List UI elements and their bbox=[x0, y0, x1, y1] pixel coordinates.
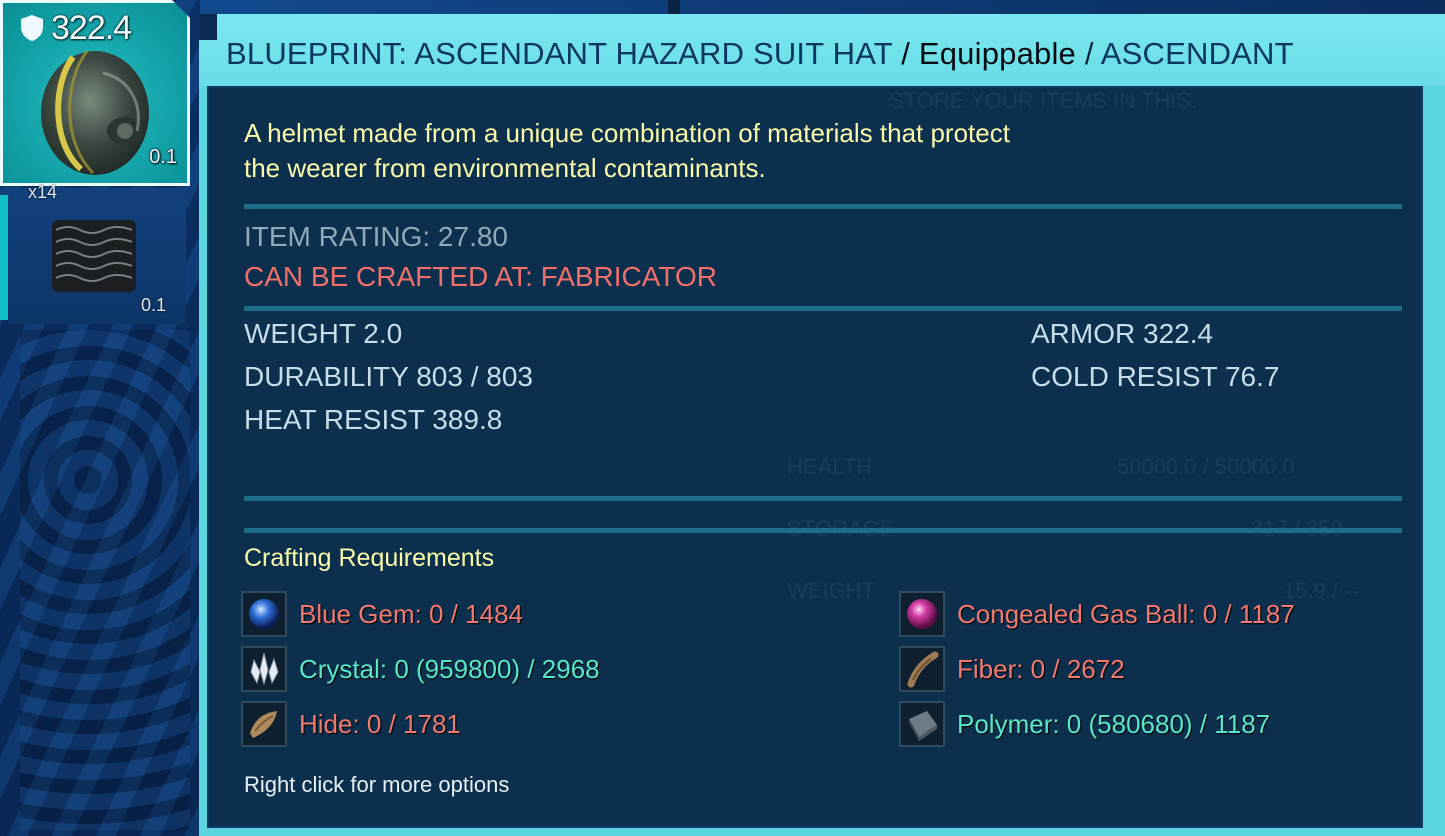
slot-edge bbox=[0, 195, 8, 320]
stat-weight: WEIGHT 2.0 bbox=[244, 318, 403, 349]
title-separator: / bbox=[1084, 36, 1094, 71]
hide-icon bbox=[241, 701, 287, 747]
item-quality: ASCENDANT bbox=[1100, 36, 1294, 71]
inventory-slot-selected[interactable]: 322.4 0.1 bbox=[0, 0, 190, 186]
requirement-polymer: Polymer: 0 (580680) / 1187 bbox=[899, 701, 1270, 747]
divider bbox=[244, 528, 1402, 533]
requirement-text: Blue Gem: 0 / 1484 bbox=[299, 598, 524, 629]
item-quantity: x14 bbox=[28, 182, 58, 202]
tooltip-title: BLUEPRINT: ASCENDANT HAZARD SUIT HAT / E… bbox=[226, 36, 1294, 72]
requirement-hide: Hide: 0 / 1781 bbox=[241, 701, 461, 747]
congealed-gas-ball-icon bbox=[899, 591, 945, 637]
requirement-congealed-gas-ball: Congealed Gas Ball: 0 / 1187 bbox=[899, 591, 1295, 637]
background-scene-top bbox=[200, 0, 1445, 14]
crafted-at: CAN BE CRAFTED AT: FABRICATOR bbox=[244, 261, 717, 292]
item-weight: 0.1 bbox=[140, 295, 166, 315]
ghost-health-value: 50000.0 / 50000.0 bbox=[1117, 454, 1295, 479]
divider bbox=[244, 496, 1402, 501]
inventory-slot[interactable]: x14 0.1 bbox=[8, 182, 186, 324]
title-separator: / bbox=[901, 36, 911, 71]
requirement-text: Congealed Gas Ball: 0 / 1187 bbox=[957, 598, 1295, 629]
requirement-text: Polymer: 0 (580680) / 1187 bbox=[957, 708, 1271, 739]
shield-icon bbox=[21, 15, 43, 41]
crystal-icon bbox=[241, 646, 287, 692]
blue-gem-icon bbox=[241, 591, 287, 637]
requirement-fiber: Fiber: 0 / 2672 bbox=[899, 646, 1125, 692]
chitin-icon bbox=[52, 220, 136, 292]
ghost-weight-label: WEIGHT bbox=[787, 578, 875, 603]
stat-armor: ARMOR 322.4 bbox=[1031, 318, 1214, 349]
ghost-store-text: STORE YOUR ITEMS IN THIS. bbox=[889, 88, 1198, 113]
item-description: A helmet made from a unique combination … bbox=[244, 116, 1204, 186]
polymer-icon bbox=[899, 701, 945, 747]
tooltip-body: STORE YOUR ITEMS IN THIS. HEALTH 50000.0… bbox=[199, 86, 1445, 836]
item-name: BLUEPRINT: ASCENDANT HAZARD SUIT HAT bbox=[226, 36, 893, 71]
requirement-crystal: Crystal: 0 (959800) / 2968 bbox=[241, 646, 600, 692]
requirement-text: Crystal: 0 (959800) / 2968 bbox=[299, 653, 600, 684]
helmet-icon bbox=[41, 50, 149, 175]
tooltip-header: BLUEPRINT: ASCENDANT HAZARD SUIT HAT / E… bbox=[199, 14, 1445, 86]
description-line: the wearer from environmental contaminan… bbox=[244, 153, 766, 183]
stat-heat-resist: HEAT RESIST 389.8 bbox=[244, 404, 503, 435]
hint-text: Right click for more options bbox=[244, 772, 510, 797]
item-type: Equippable bbox=[918, 36, 1076, 71]
fiber-icon bbox=[899, 646, 945, 692]
stat-durability: DURABILITY 803 / 803 bbox=[244, 361, 533, 392]
requirement-blue-gem: Blue Gem: 0 / 1484 bbox=[241, 591, 523, 637]
requirement-text: Hide: 0 / 1781 bbox=[299, 708, 461, 739]
requirement-text: Fiber: 0 / 2672 bbox=[957, 653, 1125, 684]
ghost-health-label: HEALTH bbox=[787, 454, 873, 479]
divider bbox=[244, 204, 1402, 209]
stat-cold-resist: COLD RESIST 76.7 bbox=[1031, 361, 1280, 392]
divider bbox=[244, 306, 1402, 311]
item-weight: 0.1 bbox=[149, 146, 177, 168]
description-line: A helmet made from a unique combination … bbox=[244, 118, 1010, 148]
tooltip-content: STORE YOUR ITEMS IN THIS. HEALTH 50000.0… bbox=[207, 86, 1423, 828]
crafting-requirements-title: Crafting Requirements bbox=[244, 544, 495, 572]
item-rating: ITEM RATING: 27.80 bbox=[244, 221, 508, 252]
